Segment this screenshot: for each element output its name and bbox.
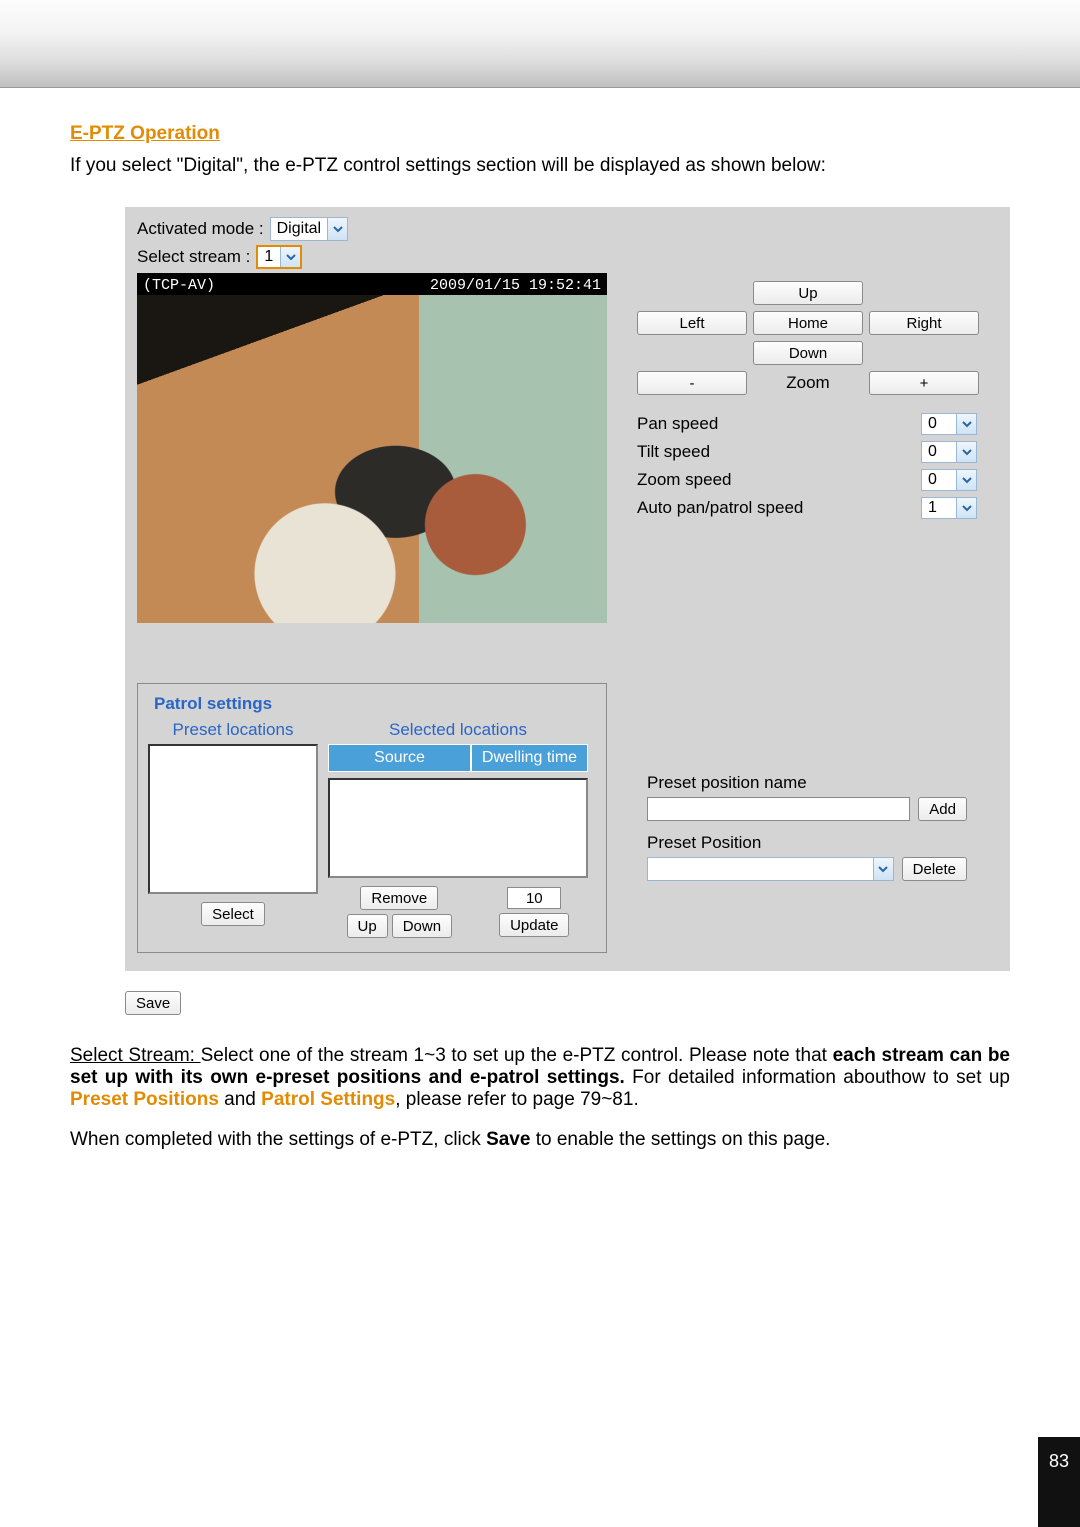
chevron-down-icon bbox=[327, 218, 347, 240]
eptz-panel: Activated mode : Digital Select stream :… bbox=[125, 207, 1010, 971]
col-dwelling: Dwelling time bbox=[471, 744, 588, 772]
preset-locations-header: Preset locations bbox=[148, 720, 318, 740]
ptz-home-button[interactable]: Home bbox=[753, 311, 863, 335]
chevron-down-icon bbox=[956, 498, 976, 518]
remove-button[interactable]: Remove bbox=[360, 886, 438, 910]
selected-table-header: Source Dwelling time bbox=[328, 744, 588, 772]
dwelling-input[interactable] bbox=[507, 887, 561, 909]
ptz-up-button[interactable]: Up bbox=[753, 281, 863, 305]
auto-pan-speed-select[interactable]: 1 bbox=[921, 497, 977, 519]
auto-pan-speed-label: Auto pan/patrol speed bbox=[637, 498, 803, 518]
ptz-right-button[interactable]: Right bbox=[869, 311, 979, 335]
activated-mode-select[interactable]: Digital bbox=[270, 217, 348, 241]
zoom-speed-label: Zoom speed bbox=[637, 470, 732, 490]
activated-mode-value: Digital bbox=[271, 220, 327, 238]
save-button[interactable]: Save bbox=[125, 991, 181, 1015]
video-preview: (TCP-AV) 2009/01/15 19:52:41 bbox=[137, 273, 607, 623]
tilt-speed-select[interactable]: 0 bbox=[921, 441, 977, 463]
pan-speed-label: Pan speed bbox=[637, 414, 718, 434]
preset-position-select[interactable] bbox=[647, 857, 894, 881]
list-down-button[interactable]: Down bbox=[392, 914, 452, 938]
osd-source: (TCP-AV) bbox=[143, 277, 215, 294]
pan-speed-select[interactable]: 0 bbox=[921, 413, 977, 435]
list-up-button[interactable]: Up bbox=[347, 914, 388, 938]
chevron-down-icon bbox=[956, 470, 976, 490]
select-stream-value: 1 bbox=[258, 248, 280, 266]
add-button[interactable]: Add bbox=[918, 797, 967, 821]
ptz-down-button[interactable]: Down bbox=[753, 341, 863, 365]
speed-settings: Pan speed 0 Tilt speed 0 bbox=[637, 413, 977, 519]
select-stream-select[interactable]: 1 bbox=[256, 245, 302, 269]
selected-locations-list[interactable] bbox=[328, 778, 588, 878]
chevron-down-icon bbox=[956, 414, 976, 434]
chevron-down-icon bbox=[873, 858, 893, 880]
intro-text: If you select "Digital", the e-PTZ contr… bbox=[70, 155, 1010, 177]
col-source: Source bbox=[328, 744, 471, 772]
select-stream-label: Select stream : bbox=[137, 247, 250, 267]
section-heading: E-PTZ Operation bbox=[70, 123, 1010, 145]
ptz-left-button[interactable]: Left bbox=[637, 311, 747, 335]
page-number: 83 bbox=[1038, 1437, 1080, 1527]
header-gradient bbox=[0, 0, 1080, 88]
zoom-label: Zoom bbox=[753, 371, 863, 395]
selected-locations-header: Selected locations bbox=[328, 720, 588, 740]
preset-locations-list[interactable] bbox=[148, 744, 318, 894]
video-image bbox=[137, 295, 607, 623]
preset-name-label: Preset position name bbox=[647, 773, 967, 793]
body-paragraph-2: When completed with the settings of e-PT… bbox=[70, 1129, 1010, 1151]
chevron-down-icon bbox=[280, 247, 300, 267]
preset-position-panel: Preset position name Add Preset Position… bbox=[647, 773, 967, 953]
preset-name-input[interactable] bbox=[647, 797, 910, 821]
select-button[interactable]: Select bbox=[201, 902, 265, 926]
patrol-legend: Patrol settings bbox=[148, 694, 278, 714]
zoom-speed-select[interactable]: 0 bbox=[921, 469, 977, 491]
preset-position-label: Preset Position bbox=[647, 833, 967, 853]
activated-mode-label: Activated mode : bbox=[137, 219, 264, 239]
zoom-out-button[interactable]: - bbox=[637, 371, 747, 395]
update-button[interactable]: Update bbox=[499, 913, 569, 937]
patrol-settings-fieldset: Patrol settings Preset locations Select … bbox=[137, 683, 607, 953]
tilt-speed-label: Tilt speed bbox=[637, 442, 710, 462]
chevron-down-icon bbox=[956, 442, 976, 462]
osd-timestamp: 2009/01/15 19:52:41 bbox=[430, 277, 601, 294]
delete-button[interactable]: Delete bbox=[902, 857, 967, 881]
zoom-in-button[interactable]: + bbox=[869, 371, 979, 395]
ptz-controls: Up Left Home Right Down - Zoom + Pan spe… bbox=[637, 281, 977, 623]
body-paragraph-1: Select Stream: Select one of the stream … bbox=[70, 1045, 1010, 1111]
